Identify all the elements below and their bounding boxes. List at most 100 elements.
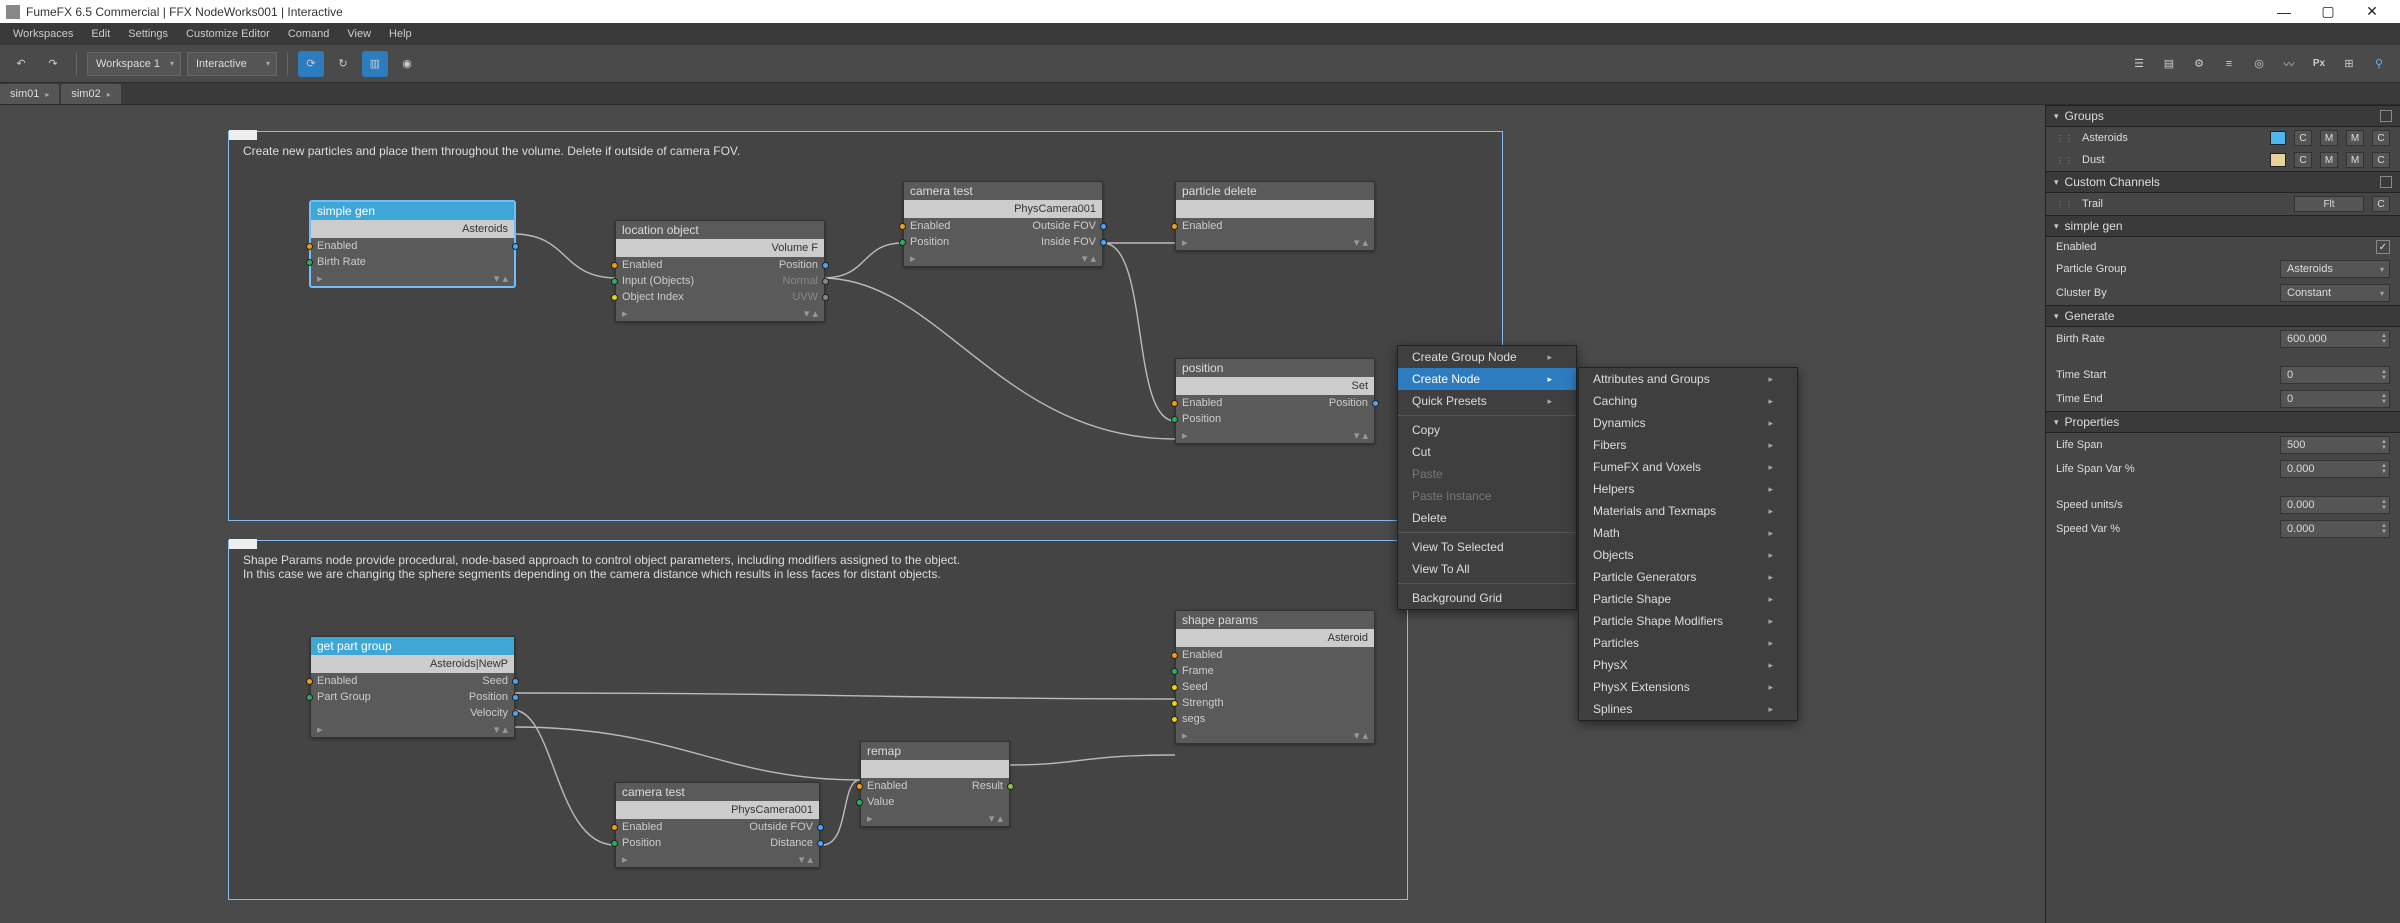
ctx-create-node[interactable]: Create Node▸ [1398, 368, 1576, 390]
sub-dynamics[interactable]: Dynamics▸ [1579, 412, 1797, 434]
life-span-label: Life Span [2056, 439, 2272, 451]
speed-var-label: Speed Var % [2056, 523, 2272, 535]
section-properties[interactable]: ▾Properties [2046, 411, 2400, 433]
enabled-checkbox[interactable]: ✓ [2376, 240, 2390, 254]
columns-icon[interactable]: ▥ [362, 51, 388, 77]
ctx-quick-presets[interactable]: Quick Presets▸ [1398, 390, 1576, 412]
undo-button[interactable]: ↶ [8, 51, 34, 77]
node-remap[interactable]: remap EnabledResult Value ▸▾ ▴ [860, 741, 1010, 827]
loop-icon[interactable]: ↻ [330, 51, 356, 77]
page-icon[interactable]: ▤ [2158, 53, 2180, 75]
sub-helpers[interactable]: Helpers▸ [1579, 478, 1797, 500]
ctx-view-to-selected[interactable]: View To Selected [1398, 536, 1576, 558]
group-row-asteroids[interactable]: ⋮⋮ Asteroids C M M C [2046, 127, 2400, 149]
ctx-cut[interactable]: Cut [1398, 441, 1576, 463]
cluster-by-dropdown[interactable]: Constant [2280, 284, 2390, 302]
section-generate[interactable]: ▾Generate [2046, 305, 2400, 327]
minimize-button[interactable]: — [2262, 0, 2306, 23]
sub-objects[interactable]: Objects▸ [1579, 544, 1797, 566]
menubar: Workspaces Edit Settings Customize Edito… [0, 23, 2400, 45]
group-note-2: Shape Params node provide procedural, no… [243, 553, 960, 581]
sub-particle-generators[interactable]: Particle Generators▸ [1579, 566, 1797, 588]
group-note-1: Create new particles and place them thro… [243, 144, 740, 158]
speed-label: Speed units/s [2056, 499, 2272, 511]
menu-edit[interactable]: Edit [82, 25, 119, 43]
menu-help[interactable]: Help [380, 25, 421, 43]
enabled-label: Enabled [2056, 241, 2368, 253]
life-span-field[interactable]: 500▲▼ [2280, 436, 2390, 454]
custom-row-trail[interactable]: ⋮⋮ Trail Flt C [2046, 193, 2400, 215]
menu-comand[interactable]: Comand [279, 25, 339, 43]
close-button[interactable]: ✕ [2350, 0, 2394, 23]
toolbar: ↶ ↷ Workspace 1 Interactive ⟳ ↻ ▥ ◉ ☰ ▤ … [0, 45, 2400, 83]
sub-attributes-groups[interactable]: Attributes and Groups▸ [1579, 368, 1797, 390]
sub-materials-texmaps[interactable]: Materials and Texmaps▸ [1579, 500, 1797, 522]
ctx-copy[interactable]: Copy [1398, 419, 1576, 441]
menu-workspaces[interactable]: Workspaces [4, 25, 82, 43]
ctx-paste: Paste [1398, 463, 1576, 485]
life-span-var-label: Life Span Var % [2056, 463, 2272, 475]
maximize-button[interactable]: ▢ [2306, 0, 2350, 23]
node-simple-gen[interactable]: simple gen Asteroids Enabled Birth Rate … [310, 201, 515, 287]
ctx-delete[interactable]: Delete [1398, 507, 1576, 529]
tab-sim01[interactable]: sim01▸ [0, 84, 59, 104]
menu-view[interactable]: View [338, 25, 380, 43]
px-icon[interactable]: Px [2308, 53, 2330, 75]
mode-dropdown[interactable]: Interactive [187, 52, 277, 76]
time-end-label: Time End [2056, 393, 2272, 405]
tab-sim02[interactable]: sim02▸ [61, 84, 120, 104]
node-canvas[interactable]: Create new particles and place them thro… [0, 105, 2045, 923]
sub-caching[interactable]: Caching▸ [1579, 390, 1797, 412]
window-title: FumeFX 6.5 Commercial | FFX NodeWorks001… [26, 5, 2262, 19]
sub-math[interactable]: Math▸ [1579, 522, 1797, 544]
life-span-var-field[interactable]: 0.000▲▼ [2280, 460, 2390, 478]
node-position[interactable]: position Set EnabledPosition Position ▸▾… [1175, 358, 1375, 444]
sub-particles[interactable]: Particles▸ [1579, 632, 1797, 654]
list-icon[interactable]: ☰ [2128, 53, 2150, 75]
speed-var-field[interactable]: 0.000▲▼ [2280, 520, 2390, 538]
node-location-object[interactable]: location object Volume F EnabledPosition… [615, 220, 825, 322]
redo-button[interactable]: ↷ [40, 51, 66, 77]
node-particle-delete[interactable]: particle delete Enabled ▸▾ ▴ [1175, 181, 1375, 251]
sub-fibers[interactable]: Fibers▸ [1579, 434, 1797, 456]
ctx-create-group-node[interactable]: Create Group Node▸ [1398, 346, 1576, 368]
sub-particle-shape-modifiers[interactable]: Particle Shape Modifiers▸ [1579, 610, 1797, 632]
workspace-dropdown[interactable]: Workspace 1 [87, 52, 181, 76]
speed-field[interactable]: 0.000▲▼ [2280, 496, 2390, 514]
refresh-icon[interactable]: ⟳ [298, 51, 324, 77]
menu-customize-editor[interactable]: Customize Editor [177, 25, 279, 43]
wave-icon[interactable]: 〰 [2278, 53, 2300, 75]
birth-rate-field[interactable]: 600.000▲▼ [2280, 330, 2390, 348]
sub-particle-shape[interactable]: Particle Shape▸ [1579, 588, 1797, 610]
section-custom-channels[interactable]: ▾Custom Channels [2046, 171, 2400, 193]
context-menu[interactable]: Create Group Node▸ Create Node▸ Quick Pr… [1397, 345, 1577, 610]
time-start-field[interactable]: 0▲▼ [2280, 366, 2390, 384]
node-get-part-group[interactable]: get part group Asteroids|NewP EnabledSee… [310, 636, 515, 738]
node-shape-params[interactable]: shape params Asteroid Enabled Frame Seed… [1175, 610, 1375, 744]
node-camera-test-2[interactable]: camera test PhysCamera001 EnabledOutside… [615, 782, 820, 868]
group-handle[interactable] [229, 130, 257, 140]
particle-group-dropdown[interactable]: Asteroids [2280, 260, 2390, 278]
context-submenu[interactable]: Attributes and Groups▸ Caching▸ Dynamics… [1578, 367, 1798, 721]
sim-tabs: sim01▸ sim02▸ [0, 83, 2400, 105]
menu-settings[interactable]: Settings [119, 25, 177, 43]
section-node-simple-gen[interactable]: ▾simple gen [2046, 215, 2400, 237]
group-handle[interactable] [229, 539, 257, 549]
time-start-label: Time Start [2056, 369, 2272, 381]
group-row-dust[interactable]: ⋮⋮ Dust C M M C [2046, 149, 2400, 171]
sub-fumefx-voxels[interactable]: FumeFX and Voxels▸ [1579, 456, 1797, 478]
grid-icon[interactable]: ⊞ [2338, 53, 2360, 75]
time-end-field[interactable]: 0▲▼ [2280, 390, 2390, 408]
gear-icon[interactable]: ⚙ [2188, 53, 2210, 75]
target-icon[interactable]: ◎ [2248, 53, 2270, 75]
sub-splines[interactable]: Splines▸ [1579, 698, 1797, 720]
link-icon[interactable]: ⚲ [2368, 53, 2390, 75]
node-camera-test[interactable]: camera test PhysCamera001 EnabledOutside… [903, 181, 1103, 267]
sub-physx-extensions[interactable]: PhysX Extensions▸ [1579, 676, 1797, 698]
ctx-view-to-all[interactable]: View To All [1398, 558, 1576, 580]
section-groups[interactable]: ▾Groups [2046, 105, 2400, 127]
ctx-background-grid[interactable]: Background Grid [1398, 587, 1576, 609]
sub-physx[interactable]: PhysX▸ [1579, 654, 1797, 676]
stack-icon[interactable]: ≡ [2218, 53, 2240, 75]
sphere-icon[interactable]: ◉ [394, 51, 420, 77]
